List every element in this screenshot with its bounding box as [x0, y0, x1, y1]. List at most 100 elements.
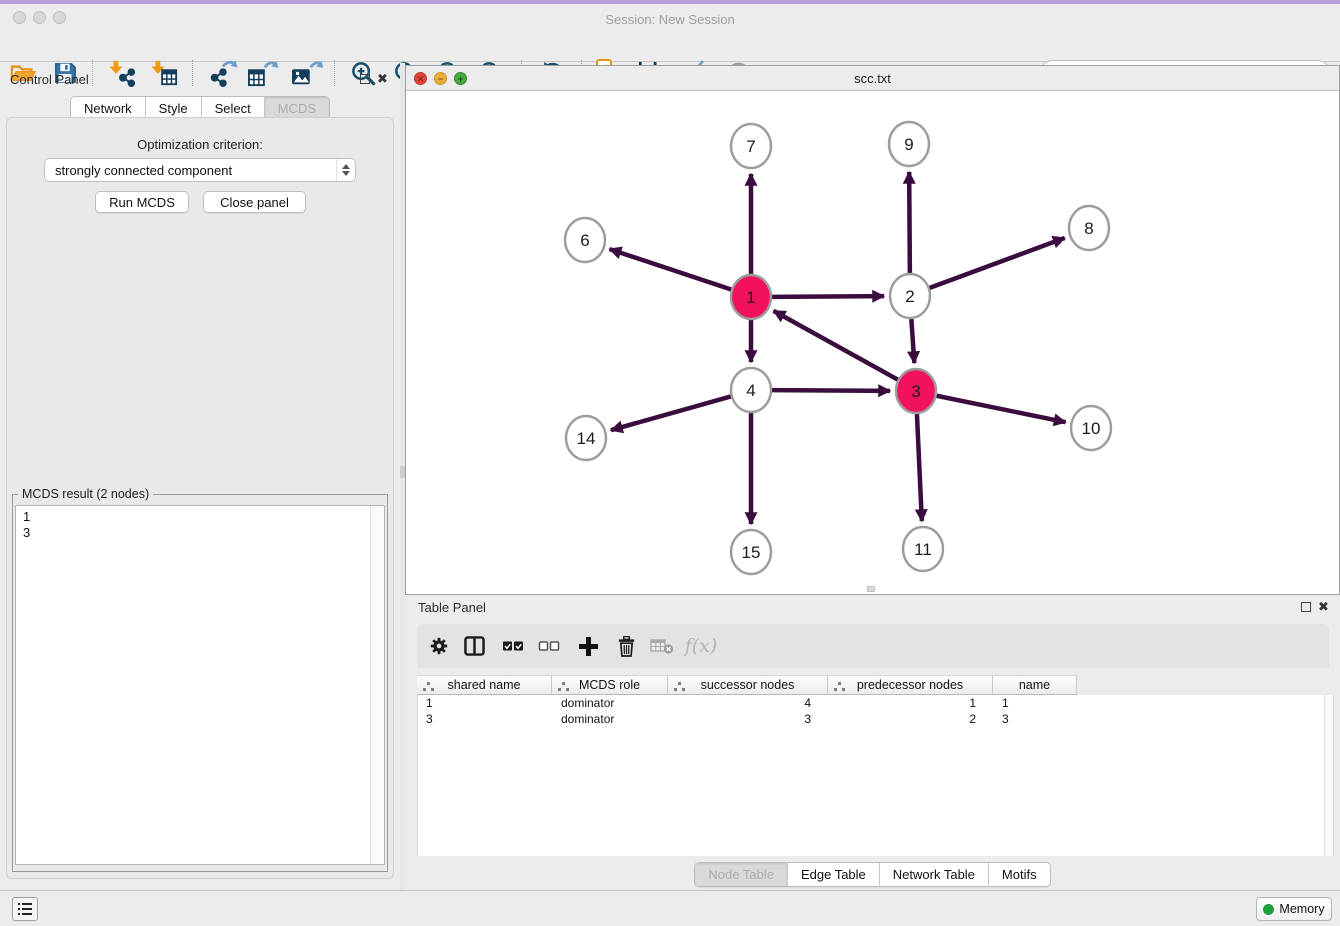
list-icon	[18, 903, 32, 915]
cell-successor-nodes: 3	[669, 711, 829, 727]
network-canvas[interactable]: 7968124314101511	[407, 91, 1338, 593]
toolbar-separator	[92, 60, 94, 86]
toolbar-separator	[334, 60, 336, 86]
delete-table-icon[interactable]	[648, 633, 676, 659]
network-window-title: scc.txt	[406, 71, 1339, 86]
control-panel-title: Control Panel	[10, 72, 89, 87]
node-label-10: 10	[1082, 419, 1101, 438]
node-label-9: 9	[904, 135, 913, 154]
node-label-7: 7	[746, 137, 755, 156]
column-header-label: MCDS role	[579, 678, 640, 692]
column-header-predecessor-nodes[interactable]: predecessor nodes	[828, 675, 993, 695]
memory-label: Memory	[1279, 902, 1324, 916]
criterion-dropdown-value: strongly connected component	[45, 163, 336, 178]
import-table-icon[interactable]	[148, 59, 180, 87]
mcds-result-line: 3	[16, 525, 384, 541]
export-network-icon[interactable]	[206, 59, 240, 87]
node-table[interactable]: 1dominator4113dominator323	[417, 695, 1334, 856]
delete-column-trash-icon[interactable]	[614, 633, 638, 659]
table-panel-close-icon[interactable]: ✖	[1318, 601, 1329, 613]
edge-2-8[interactable]	[930, 238, 1065, 288]
node-label-8: 8	[1084, 219, 1093, 238]
hierarchy-icon	[562, 682, 565, 685]
select-all-icon[interactable]	[500, 633, 526, 659]
table-row[interactable]: 1dominator411	[418, 695, 1333, 711]
table-row[interactable]: 3dominator323	[418, 711, 1333, 727]
toolbar-separator	[192, 60, 194, 86]
edge-4-3[interactable]	[772, 390, 890, 391]
node-label-11: 11	[914, 540, 932, 559]
cell-name: 3	[994, 711, 1078, 727]
task-history-button[interactable]	[12, 897, 38, 921]
column-header-label: successor nodes	[701, 678, 795, 692]
close-panel-button[interactable]: Close panel	[203, 191, 306, 213]
window-title: Session: New Session	[0, 12, 1340, 27]
column-header-label: name	[1019, 678, 1050, 692]
control-panel-close-icon[interactable]: ✖	[377, 73, 388, 85]
table-tab-motifs[interactable]: Motifs	[989, 863, 1050, 886]
criterion-dropdown[interactable]: strongly connected component	[44, 158, 356, 182]
run-mcds-button[interactable]: Run MCDS	[95, 191, 189, 213]
column-header-MCDS-role[interactable]: MCDS role	[552, 675, 668, 695]
edge-1-2[interactable]	[772, 296, 884, 297]
column-header-label: shared name	[448, 678, 521, 692]
table-scrollbar[interactable]	[1324, 695, 1333, 856]
node-label-4: 4	[746, 381, 755, 400]
add-column-icon[interactable]	[576, 633, 600, 659]
cell-MCDS-role: dominator	[553, 711, 669, 727]
result-scrollbar[interactable]	[370, 506, 384, 864]
node-label-14: 14	[577, 429, 596, 448]
column-header-label: predecessor nodes	[857, 678, 963, 692]
edge-3-1[interactable]	[774, 311, 898, 380]
column-header-shared-name[interactable]: shared name	[417, 675, 552, 695]
settings-gear-icon[interactable]	[428, 633, 450, 659]
mcds-result-list[interactable]: 13	[15, 505, 385, 865]
column-header-successor-nodes[interactable]: successor nodes	[668, 675, 828, 695]
cell-shared-name: 3	[418, 711, 553, 727]
table-tabs: Node TableEdge TableNetwork TableMotifs	[405, 862, 1340, 887]
table-header-row: shared name MCDS role successor nodes prede…	[417, 675, 1077, 695]
table-panel-title: Table Panel	[418, 600, 486, 615]
node-label-15: 15	[742, 543, 761, 562]
column-header-name[interactable]: name	[993, 675, 1077, 695]
hierarchy-icon	[427, 682, 430, 685]
window-titlebar: Session: New Session	[0, 4, 1340, 28]
mcds-result-line: 1	[16, 509, 384, 525]
node-label-3: 3	[911, 382, 920, 401]
edge-3-11[interactable]	[917, 414, 922, 521]
cell-shared-name: 1	[418, 695, 553, 711]
hierarchy-icon	[678, 682, 681, 685]
cell-name: 1	[994, 695, 1078, 711]
network-window-titlebar: ✕ − + scc.txt	[406, 66, 1339, 91]
node-label-1: 1	[746, 288, 755, 307]
deselect-all-icon[interactable]	[536, 633, 562, 659]
cell-successor-nodes: 4	[669, 695, 829, 711]
main-toolbar	[0, 28, 1340, 62]
import-network-icon[interactable]	[106, 59, 138, 87]
edge-2-3[interactable]	[911, 319, 914, 363]
cell-MCDS-role: dominator	[553, 695, 669, 711]
canvas-scroll-handle[interactable]	[867, 586, 875, 592]
table-tab-network-table[interactable]: Network Table	[880, 863, 989, 886]
edge-1-6[interactable]	[610, 249, 732, 289]
toggle-panel-icon[interactable]	[462, 633, 486, 659]
edge-3-10[interactable]	[937, 396, 1066, 422]
memory-button[interactable]: Memory	[1256, 897, 1332, 921]
status-bar	[0, 890, 1340, 926]
network-view-window: ✕ − + scc.txt 7968124314101511	[405, 65, 1340, 595]
control-panel-float-icon[interactable]	[360, 74, 370, 84]
dropdown-stepper-icon	[336, 159, 355, 181]
export-image-icon[interactable]	[288, 59, 324, 87]
export-table-icon[interactable]	[244, 59, 280, 87]
table-tab-edge-table[interactable]: Edge Table	[788, 863, 880, 886]
table-panel-float-icon[interactable]	[1301, 602, 1311, 612]
cell-predecessor-nodes: 2	[829, 711, 994, 727]
function-builder-icon[interactable]: f(x)	[684, 633, 718, 659]
node-label-2: 2	[905, 287, 914, 306]
mcds-result-title: MCDS result (2 nodes)	[18, 487, 153, 501]
edge-2-9[interactable]	[909, 172, 910, 273]
edge-4-14[interactable]	[611, 396, 731, 430]
optimization-criterion-label: Optimization criterion:	[0, 137, 400, 152]
table-tab-node-table[interactable]: Node Table	[695, 863, 788, 886]
memory-status-icon	[1263, 904, 1274, 915]
